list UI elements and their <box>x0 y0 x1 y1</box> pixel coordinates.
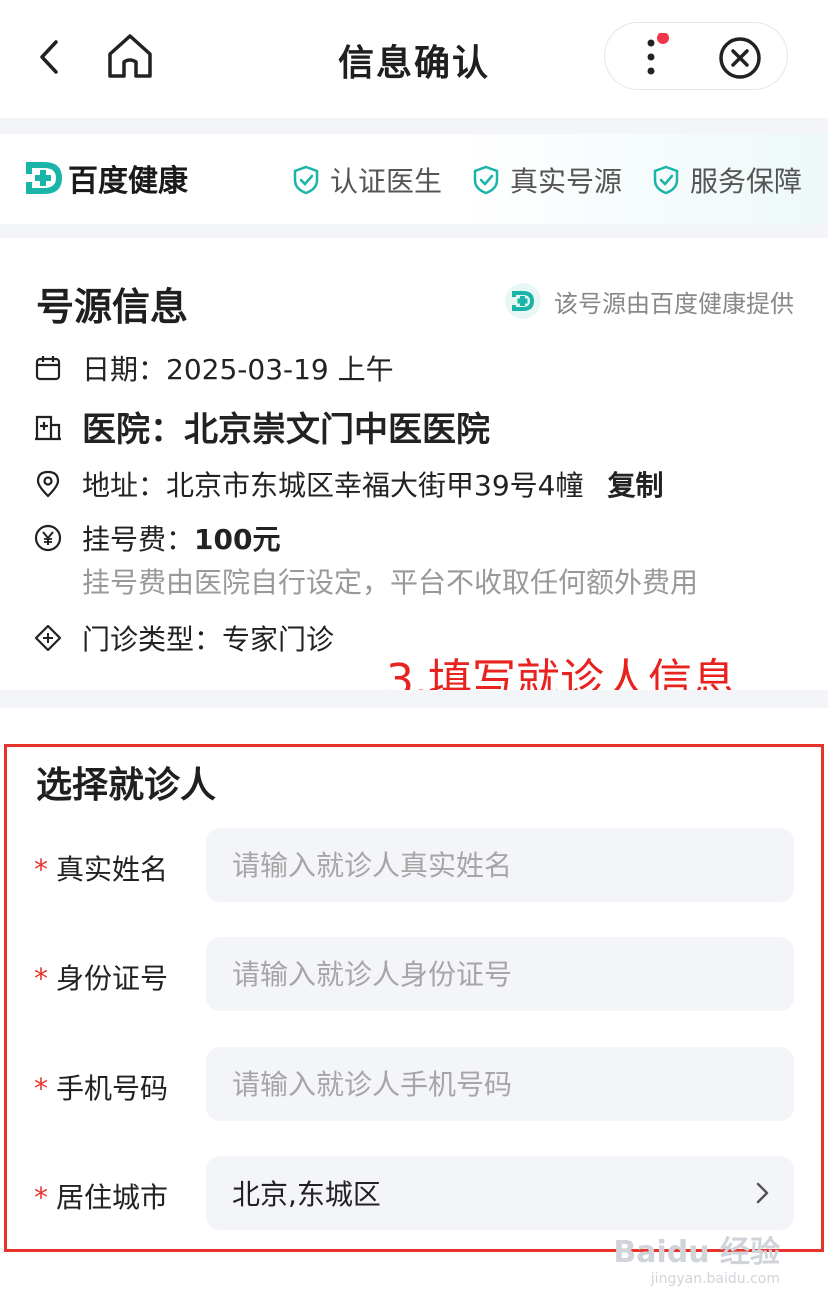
badge-label: 认证医生 <box>329 165 442 198</box>
source-provider: 该号源由百度健康提供 <box>504 282 794 320</box>
more-vertical-icon[interactable] <box>639 33 669 81</box>
copy-address-link[interactable]: 复制 <box>607 464 663 504</box>
shield-check-icon <box>473 165 499 195</box>
real-name-input[interactable] <box>206 828 794 902</box>
yuan-icon <box>34 524 62 552</box>
brand-name: 百度健康 <box>68 164 188 199</box>
date-label: 日期： <box>82 353 167 386</box>
city-row: * 居住城市 北京,东城区 <box>34 1156 794 1230</box>
city-value: 北京,东城区 <box>232 1178 381 1211</box>
badge-label: 服务保障 <box>689 165 802 198</box>
miniapp-capsule <box>604 22 788 90</box>
badge-real-source: 真实号源 <box>472 160 622 200</box>
address-label: 地址： <box>82 469 167 502</box>
phone-row: * 手机号码 <box>34 1047 794 1121</box>
notification-dot <box>657 33 669 44</box>
badge-label: 真实号源 <box>509 165 622 198</box>
phone-input[interactable] <box>206 1047 794 1121</box>
real-name-label: * 真实姓名 <box>34 853 169 886</box>
chevron-right-icon <box>756 1182 769 1204</box>
phone-label: * 手机号码 <box>34 1072 169 1105</box>
id-number-label: * 身份证号 <box>34 962 169 995</box>
patient-form: 选择就诊人 *真实姓名 *身份证号 *手机号码 *居住城市 北京,东城区 Bai… <box>0 708 828 1303</box>
address-value: 北京市东城区幸福大街甲39号4幢 <box>166 469 584 502</box>
required-mark: * <box>34 853 48 886</box>
shield-check-icon <box>653 165 679 195</box>
hospital-row: 医院： 北京崇文门中医医院 <box>34 402 490 451</box>
fee-row: 挂号费： 100元 <box>34 518 280 558</box>
clinic-type-label: 门诊类型： <box>82 623 223 656</box>
patient-form-title: 选择就诊人 <box>36 765 217 806</box>
badge-service-guarantee: 服务保障 <box>652 160 802 200</box>
source-info-title: 号源信息 <box>36 285 189 329</box>
hospital-label: 医院： <box>82 410 184 450</box>
shield-check-icon <box>293 165 319 195</box>
top-navigation-bar: 信息确认 <box>0 0 828 118</box>
baidu-health-logo-icon <box>26 162 62 194</box>
required-mark: * <box>34 1181 48 1214</box>
fee-value: 100元 <box>194 523 281 556</box>
provider-text: 该号源由百度健康提供 <box>554 289 794 318</box>
calendar-icon <box>35 356 61 381</box>
required-mark: * <box>34 1072 48 1105</box>
trust-badges: 认证医生 真实号源 服务保障 <box>292 160 802 200</box>
date-value: 2025-03-19 上午 <box>166 353 394 386</box>
fee-label: 挂号费： <box>82 523 195 556</box>
badge-certified-doctor: 认证医生 <box>292 160 442 200</box>
date-row: 日期： 2025-03-19 上午 <box>34 348 394 388</box>
section-divider <box>0 690 828 708</box>
fee-note: 挂号费由医院自行设定，平台不收取任何额外费用 <box>82 566 699 599</box>
section-divider <box>0 118 828 134</box>
brand-bar: 百度健康 认证医生 真实号源 服务保障 <box>0 134 828 224</box>
clinic-type-row: 门诊类型： 专家门诊 <box>34 618 334 658</box>
close-circle-icon[interactable] <box>717 35 763 81</box>
diamond-plus-icon <box>34 624 62 652</box>
baidu-health-logo-icon <box>505 283 541 319</box>
location-pin-icon <box>36 470 60 498</box>
clinic-type-value: 专家门诊 <box>222 623 335 656</box>
hospital-value: 北京崇文门中医医院 <box>184 410 490 450</box>
hospital-icon <box>35 415 61 440</box>
id-number-input[interactable] <box>206 937 794 1011</box>
address-row: 地址： 北京市东城区幸福大街甲39号4幢 复制 <box>34 464 663 504</box>
city-label: * 居住城市 <box>34 1181 169 1214</box>
id-number-row: * 身份证号 <box>34 937 794 1011</box>
required-mark: * <box>34 962 48 995</box>
city-select[interactable]: 北京,东城区 <box>206 1156 794 1230</box>
section-divider <box>0 224 828 238</box>
brand-logo: 百度健康 <box>24 158 188 199</box>
source-info-card: 号源信息 该号源由百度健康提供 日期： 2025-03-19 上午 医院： 北京… <box>0 238 828 706</box>
real-name-row: * 真实姓名 <box>34 828 794 902</box>
baidu-jingyan-watermark: Baidu 经验 jingyan.baidu.com <box>613 1235 780 1287</box>
